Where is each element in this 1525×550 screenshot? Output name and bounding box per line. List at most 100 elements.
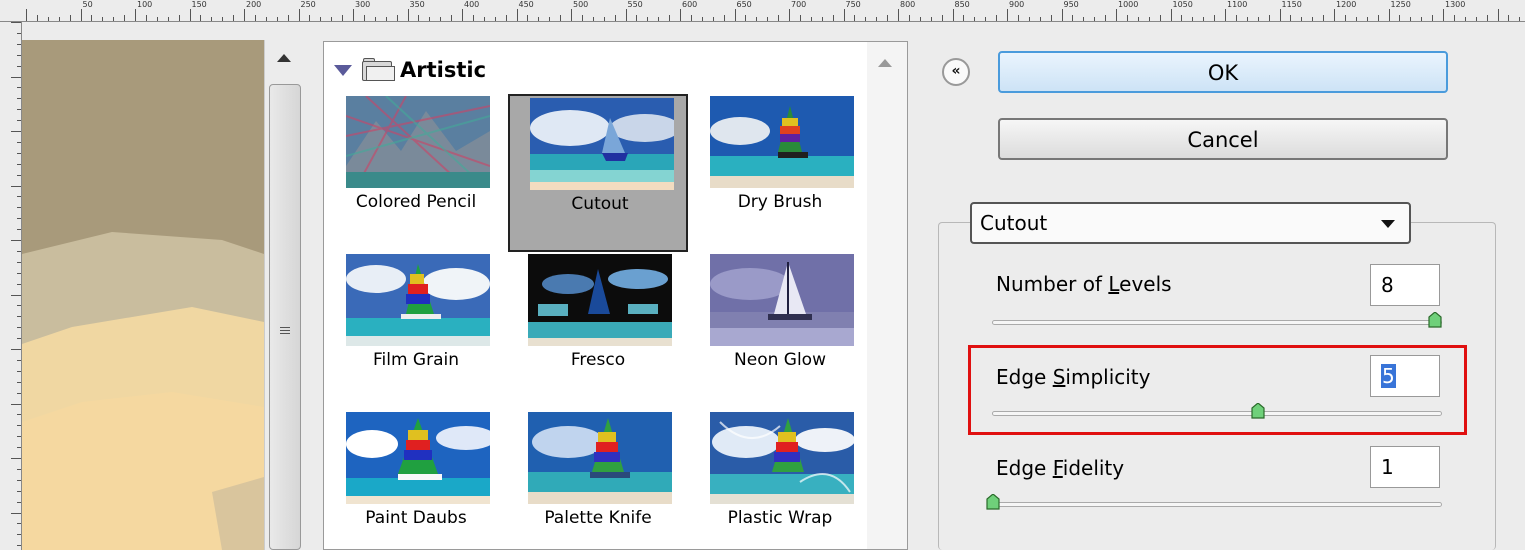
preview-canvas[interactable]	[22, 22, 264, 550]
filter-thumb-fresco[interactable]: Fresco	[508, 252, 688, 410]
ruler-tick	[538, 17, 540, 21]
filter-thumb-palette-knife[interactable]: Palette Knife	[508, 410, 688, 550]
ruler-label: 200	[246, 0, 262, 9]
filter-preview-image	[530, 98, 674, 190]
number-of-levels-slider-track[interactable]	[992, 320, 1442, 325]
scroll-up-arrow-icon[interactable]	[878, 59, 892, 67]
ruler-tick	[680, 9, 681, 21]
gallery-scrollbar[interactable]	[867, 42, 907, 549]
ruler-tick	[17, 109, 21, 111]
ruler-tick	[821, 17, 823, 21]
number-of-levels-input[interactable]: 8	[1370, 264, 1440, 306]
ruler-tick	[1432, 15, 1434, 21]
ruler-tick	[102, 17, 104, 21]
ruler-tick	[265, 17, 267, 21]
ruler-tick	[745, 15, 747, 21]
ruler-tick	[1126, 15, 1128, 21]
ruler-label: 800	[900, 0, 916, 9]
ruler-label: 250	[300, 0, 316, 9]
filter-thumb-neon-glow[interactable]: Neon Glow	[690, 252, 870, 410]
ruler-tick	[603, 17, 605, 21]
ruler-tick	[91, 15, 93, 21]
ruler-tick	[17, 163, 21, 165]
ruler-tick	[17, 98, 21, 100]
ruler-tick	[17, 43, 21, 45]
ruler-tick	[11, 458, 21, 459]
ruler-tick	[11, 240, 21, 241]
ruler-tick	[17, 545, 21, 547]
ruler-tick	[1377, 15, 1379, 21]
ruler-tick	[17, 490, 21, 492]
ruler-tick	[17, 327, 21, 329]
ruler-tick	[701, 17, 703, 21]
ruler-tick	[17, 305, 21, 307]
ruler-tick	[1094, 17, 1096, 21]
expand-triangle-icon[interactable]	[334, 64, 352, 76]
filter-label: Palette Knife	[544, 508, 652, 528]
ruler-tick	[135, 9, 136, 21]
number-of-levels-slider-knob[interactable]	[1428, 312, 1442, 328]
cancel-button[interactable]: Cancel	[998, 118, 1448, 160]
ruler-tick	[974, 17, 976, 21]
filter-gallery: Artistic Colored Pencil Cutout Dry Brush Fi…	[323, 41, 908, 550]
ruler-tick	[17, 468, 21, 470]
ruler-tick	[17, 87, 21, 89]
edge-fidelity-slider-track[interactable]	[992, 502, 1442, 507]
ruler-tick	[11, 22, 21, 23]
ruler-label: 850	[954, 0, 970, 9]
ruler-tick	[614, 15, 616, 21]
ruler-tick	[17, 381, 21, 383]
ruler-tick	[647, 17, 649, 21]
preview-scrollbar[interactable]	[264, 40, 306, 550]
filter-select[interactable]: Cutout	[970, 202, 1411, 244]
filter-label: Fresco	[570, 350, 626, 370]
filter-thumb-cutout[interactable]: Cutout	[508, 94, 688, 252]
edge-fidelity-input[interactable]: 1	[1370, 446, 1440, 488]
ruler-tick	[1453, 15, 1455, 21]
ruler-tick	[592, 17, 594, 21]
ruler-tick	[723, 15, 725, 21]
ruler-tick	[145, 15, 147, 21]
ruler-tick	[1344, 15, 1346, 21]
ruler-tick	[1181, 15, 1183, 21]
ok-button[interactable]: OK	[998, 51, 1448, 93]
filter-label: Cutout	[571, 194, 629, 214]
filter-thumb-plastic-wrap[interactable]: Plastic Wrap	[690, 410, 870, 550]
grip-icon	[280, 325, 290, 336]
edge-fidelity-slider-knob[interactable]	[986, 494, 1000, 510]
filter-preview-image	[528, 412, 672, 504]
ruler-tick	[58, 17, 60, 21]
ruler-tick	[167, 17, 169, 21]
ruler-tick	[1366, 17, 1368, 21]
ruler-tick	[636, 15, 638, 21]
filter-thumb-colored-pencil[interactable]: Colored Pencil	[326, 94, 506, 252]
filter-select-value: Cutout	[980, 211, 1048, 235]
ruler-tick	[222, 17, 224, 21]
ruler-tick	[843, 9, 845, 21]
ruler-tick	[1105, 15, 1107, 21]
scrollbar-thumb[interactable]	[269, 84, 301, 550]
filter-preview-image	[528, 254, 672, 346]
ruler-tick	[625, 9, 627, 21]
filter-preview-image	[710, 412, 854, 504]
filter-thumb-paint-daubs[interactable]: Paint Daubs	[326, 410, 506, 550]
folder-icon	[362, 58, 396, 82]
ruler-tick	[396, 15, 398, 21]
ruler-tick	[363, 15, 365, 21]
scroll-up-arrow-icon[interactable]	[277, 54, 291, 62]
filter-label: Dry Brush	[737, 192, 823, 212]
filter-preview-image	[710, 96, 854, 188]
collapse-gallery-button[interactable]: «	[942, 58, 970, 86]
ruler-label: 900	[1009, 0, 1025, 9]
ruler-tick	[200, 15, 202, 21]
filter-thumb-film-grain[interactable]: Film Grain	[326, 252, 506, 410]
ruler-tick	[690, 15, 692, 21]
category-header[interactable]: Artistic	[334, 56, 486, 84]
filter-thumb-dry-brush[interactable]: Dry Brush	[690, 94, 870, 252]
ruler-tick	[669, 15, 671, 21]
ruler-tick	[756, 17, 758, 21]
ruler-tick	[17, 479, 21, 481]
ruler-tick	[47, 17, 49, 21]
ruler-tick	[996, 15, 998, 21]
ruler-tick	[11, 131, 21, 132]
